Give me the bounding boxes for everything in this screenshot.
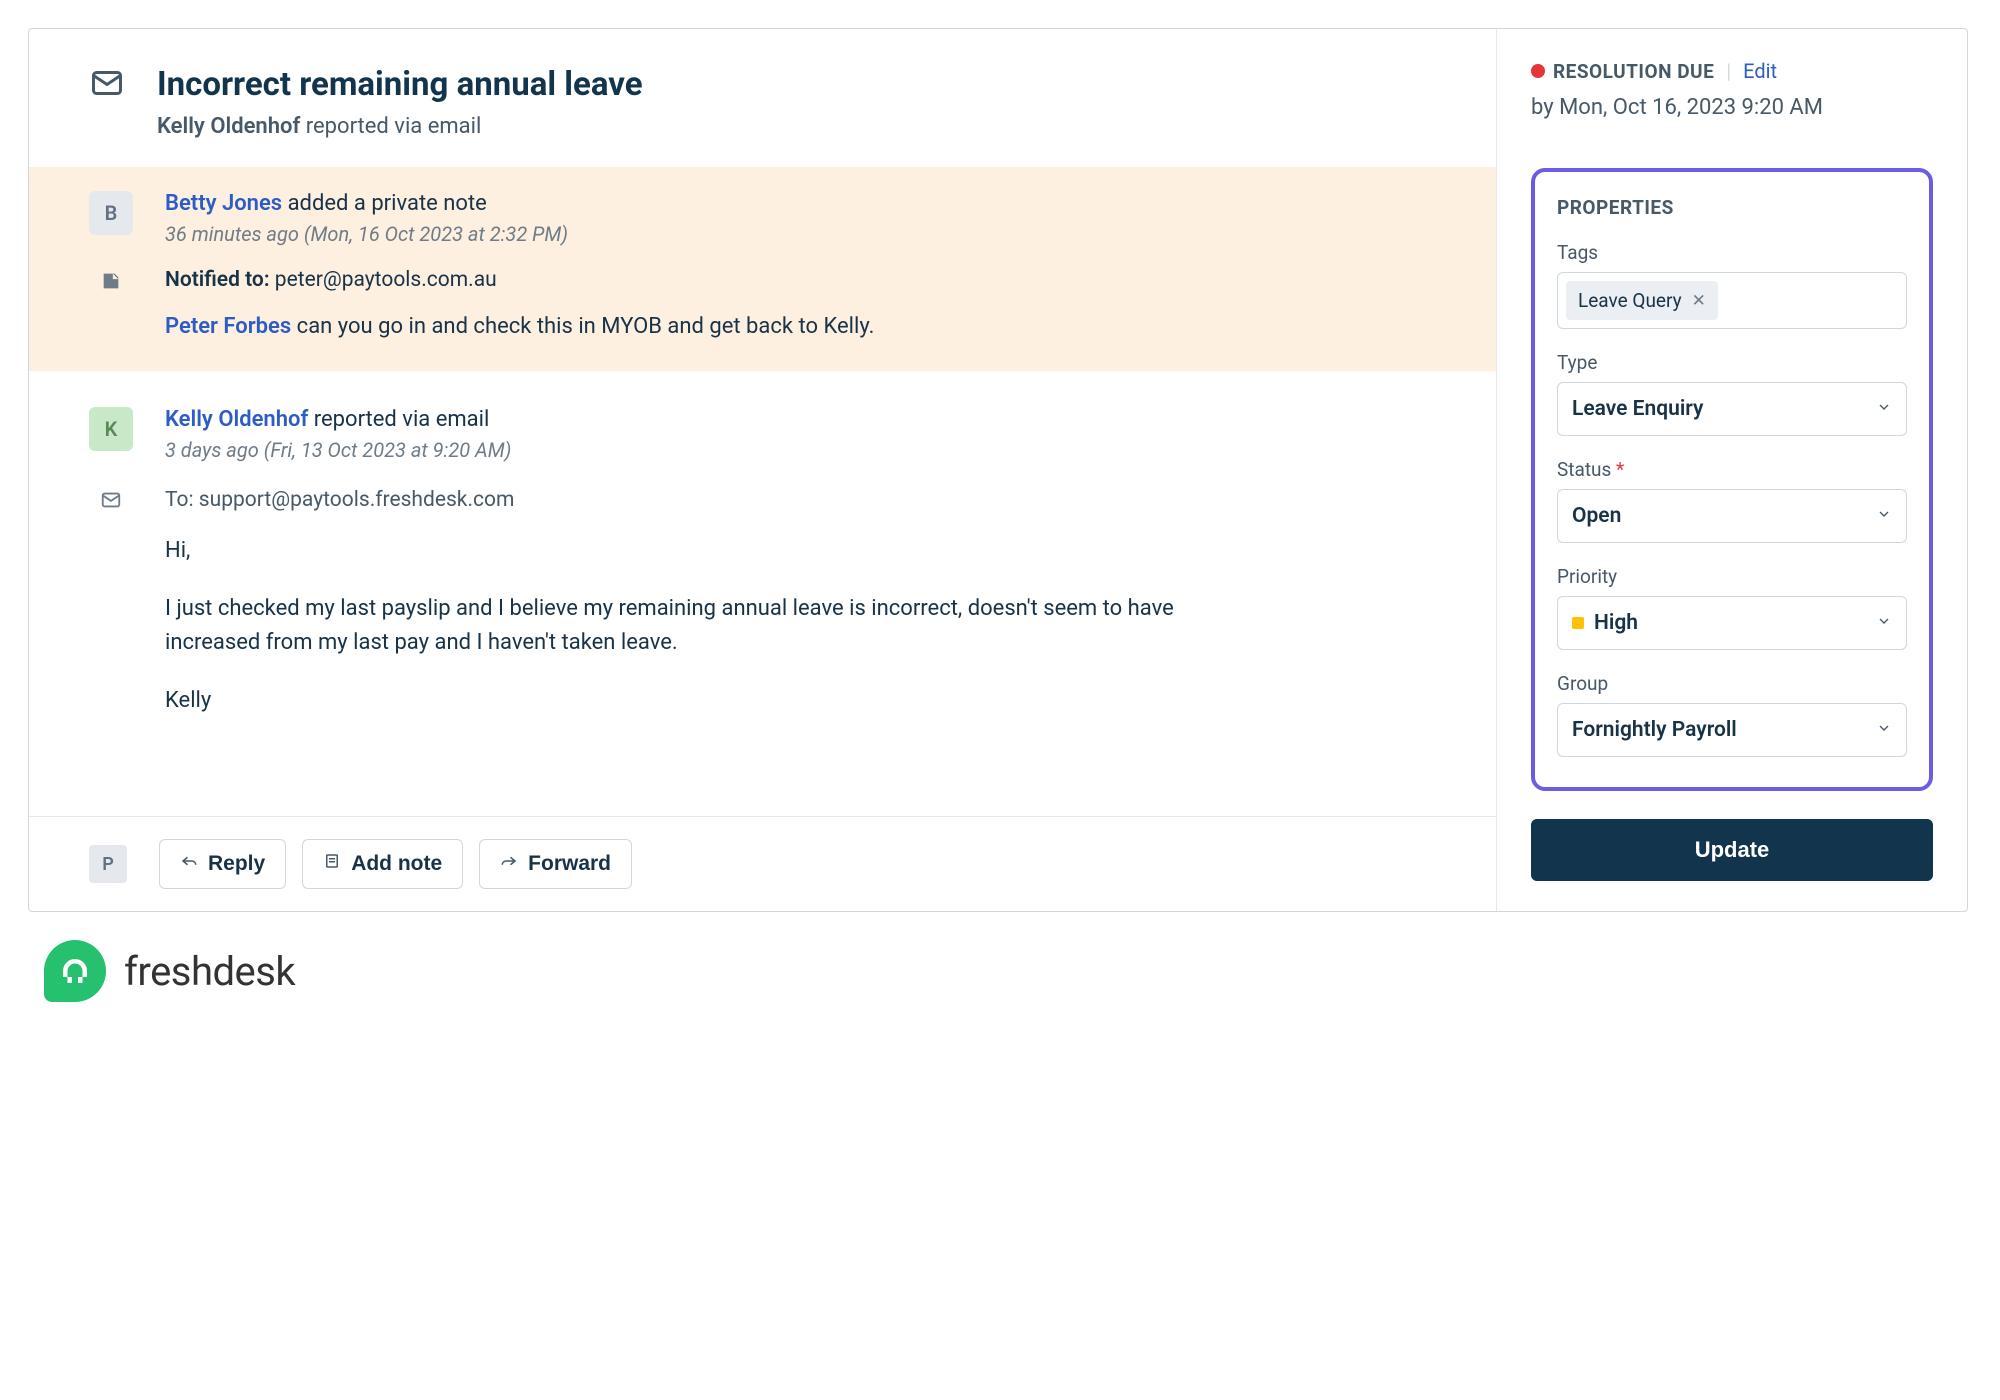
update-button[interactable]: Update [1531,819,1933,881]
current-user-avatar: P [89,845,127,883]
note-author-link[interactable]: Betty Jones [165,191,282,216]
chevron-down-icon [1876,611,1892,635]
msg-avatar: K [89,407,133,451]
reply-icon [180,852,198,876]
to-line: To: support@paytools.freshdesk.com [165,488,514,512]
chevron-down-icon [1876,718,1892,742]
resolution-due-date: by Mon, Oct 16, 2023 9:20 AM [1531,91,1933,124]
resolution-row: RESOLUTION DUE | Edit [1531,59,1933,83]
chevron-down-icon [1876,397,1892,421]
ticket-subtitle: Kelly Oldenhof reported via email [157,114,643,139]
action-bar: P Reply Add note Forward [29,816,1496,911]
ticket-sidebar: RESOLUTION DUE | Edit by Mon, Oct 16, 20… [1497,29,1967,911]
note-mention-link[interactable]: Peter Forbes [165,314,291,339]
ticket-header: Incorrect remaining annual leave Kelly O… [29,29,1496,167]
status-field: Status * Open [1557,458,1907,543]
forward-button[interactable]: Forward [479,839,632,889]
ticket-main: Incorrect remaining annual leave Kelly O… [29,29,1497,911]
notified-to: Notified to: peter@paytools.com.au [165,268,497,292]
private-note: B Betty Jones added a private note 36 mi… [29,167,1496,371]
note-header-line: Betty Jones added a private note [165,191,1456,216]
chevron-down-icon [1876,504,1892,528]
reply-button[interactable]: Reply [159,839,286,889]
note-icon [89,268,133,292]
priority-field: Priority High [1557,565,1907,650]
forward-icon [500,852,518,876]
msg-header-line: Kelly Oldenhof reported via email [165,407,1456,432]
note-add-icon [323,852,341,876]
properties-panel: PROPERTIES Tags Leave Query ✕ Type Leave… [1531,168,1933,791]
status-dot-icon [1531,64,1545,78]
group-field: Group Fornightly Payroll [1557,672,1907,757]
mail-icon [89,65,125,105]
msg-body-text: Hi, I just checked my last payslip and I… [165,534,1265,718]
properties-title: PROPERTIES [1557,196,1907,219]
msg-timestamp: 3 days ago (Fri, 13 Oct 2023 at 9:20 AM) [165,438,1456,462]
status-select[interactable]: Open [1557,489,1907,543]
brand-footer: freshdesk [44,940,1968,1002]
add-note-button[interactable]: Add note [302,839,463,889]
email-message: K Kelly Oldenhof reported via email 3 da… [29,371,1496,776]
resolution-edit-link[interactable]: Edit [1743,59,1777,83]
tag-remove-icon[interactable]: ✕ [1692,291,1706,311]
group-select[interactable]: Fornightly Payroll [1557,703,1907,757]
note-body: Peter Forbes can you go in and check thi… [165,314,1456,339]
note-avatar: B [89,191,133,235]
note-timestamp: 36 minutes ago (Mon, 16 Oct 2023 at 2:32… [165,222,1456,246]
freshdesk-logo-icon [44,940,106,1002]
ticket-card: Incorrect remaining annual leave Kelly O… [28,28,1968,912]
ticket-title: Incorrect remaining annual leave [157,65,643,104]
tag-chip: Leave Query ✕ [1566,281,1718,320]
tags-field: Tags Leave Query ✕ [1557,241,1907,329]
msg-author-link[interactable]: Kelly Oldenhof [165,407,308,432]
tags-input[interactable]: Leave Query ✕ [1557,272,1907,329]
mail-small-icon [89,489,133,511]
priority-indicator-icon [1572,617,1584,629]
priority-select[interactable]: High [1557,596,1907,650]
brand-name: freshdesk [124,948,295,995]
type-field: Type Leave Enquiry [1557,351,1907,436]
type-select[interactable]: Leave Enquiry [1557,382,1907,436]
